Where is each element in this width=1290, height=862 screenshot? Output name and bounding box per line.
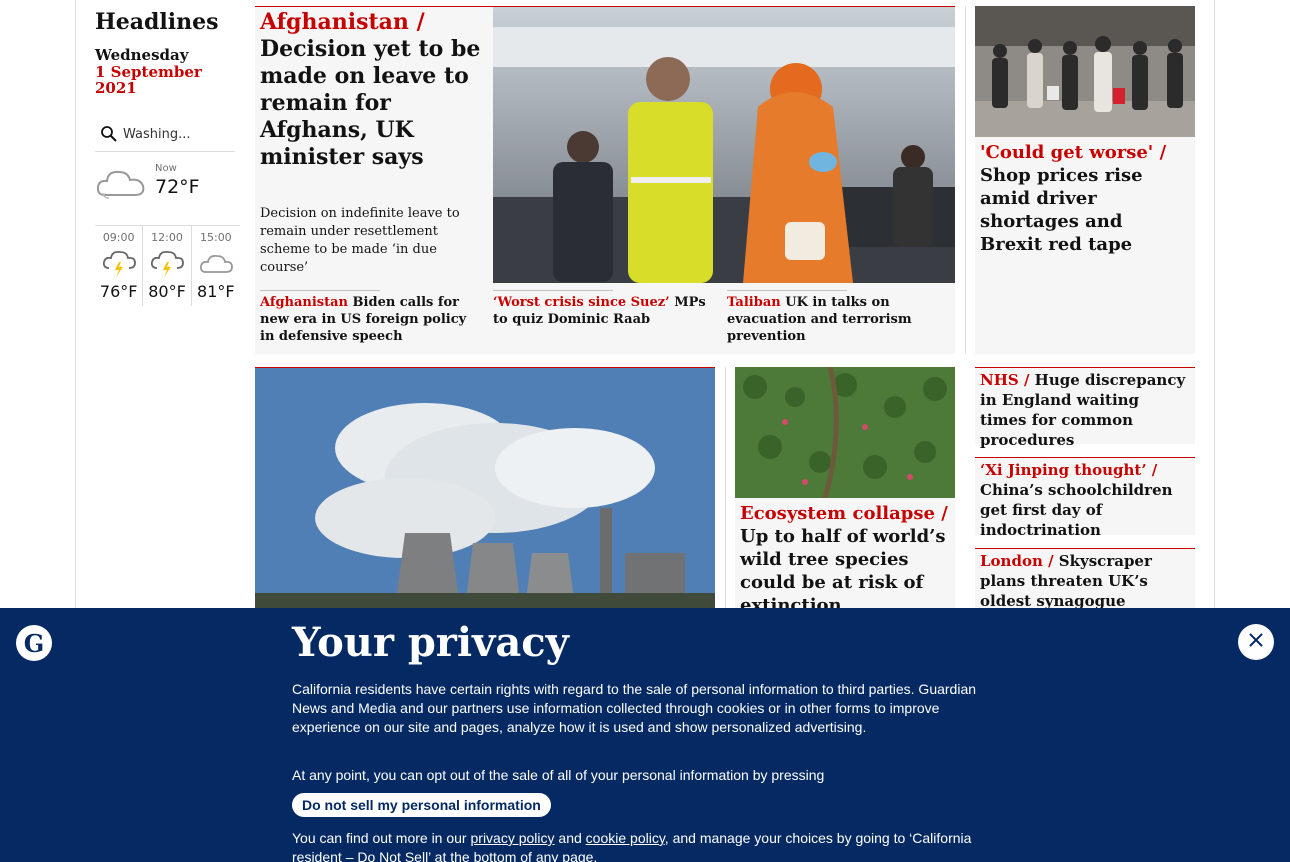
story-headline-text: China’s schoolchildren get first day of … [980, 481, 1173, 539]
lead-story-image[interactable] [493, 7, 955, 283]
privacy-policy-link[interactable]: privacy policy [471, 830, 555, 846]
story-card-london[interactable]: London / Skyscraper plans threaten UK’s … [975, 548, 1195, 610]
now-label: Now [155, 163, 177, 174]
story-headline[interactable]: 'Could get worse' / Shop prices rise ami… [975, 137, 1195, 260]
thunder-cloud-icon [95, 247, 142, 279]
story-card-xi-jinping[interactable]: ‘Xi Jinping thought’ / China’s schoolchi… [975, 457, 1195, 539]
weather-forecast: 09:00 76°F 12:00 80°F 15:00 81°F [95, 225, 240, 306]
privacy-paragraph: You can find out more in our privacy pol… [292, 829, 992, 862]
story-headline-text: Up to half of world’s wild tree species … [740, 526, 946, 616]
story-card-nhs[interactable]: NHS / Huge discrepancy in England waitin… [975, 367, 1195, 449]
forecast-item: 12:00 80°F [143, 226, 192, 306]
weather-location-search[interactable] [95, 117, 235, 152]
forecast-temperature: 80°F [148, 282, 186, 301]
story-kicker: NHS / [980, 371, 1030, 389]
svg-text:G: G [24, 629, 45, 658]
guardian-logo-icon: G [16, 625, 52, 665]
column-divider [965, 6, 966, 354]
sublink-kicker: Afghanistan [260, 295, 349, 310]
forecast-temperature: 76°F [99, 282, 138, 301]
privacy-title: Your privacy [292, 619, 569, 666]
date-day: Wednesday [95, 46, 189, 64]
section-title[interactable]: Headlines [95, 8, 235, 36]
cloud-icon [192, 247, 240, 279]
cloud-icon [95, 163, 147, 207]
close-button[interactable] [1238, 624, 1274, 660]
privacy-text: and [558, 830, 582, 846]
lead-story-card[interactable]: Afghanistan / Decision yet to be made on… [255, 6, 955, 354]
story-card-ecosystem[interactable]: Ecosystem collapse / Up to half of world… [735, 367, 955, 616]
search-icon [95, 120, 123, 148]
lead-kicker: Afghanistan / [260, 9, 425, 35]
column-divider [725, 367, 726, 612]
story-kicker: 'Could get worse' / [980, 142, 1167, 163]
story-image-shoppers[interactable] [975, 6, 1195, 137]
close-icon [1248, 632, 1264, 652]
sublink-rule [260, 290, 380, 291]
headlines-header: Headlines Wednesday 1 September 2021 [95, 8, 235, 96]
date-full: 1 September 2021 [95, 63, 202, 97]
location-input[interactable] [123, 126, 228, 142]
story-kicker: Ecosystem collapse / [740, 503, 948, 524]
sublink-taliban[interactable]: Taliban UK in talks on evacuation and te… [727, 290, 949, 345]
sublink-afghanistan[interactable]: Afghanistan Biden calls for new era in U… [260, 290, 475, 345]
privacy-paragraph: California residents have certain rights… [292, 681, 977, 735]
now-temperature: 72°F [155, 176, 200, 198]
sublink-worst-crisis[interactable]: ‘Worst crisis since Suez’ MPs to quiz Do… [493, 290, 708, 328]
privacy-text: You can find out more in our [292, 830, 467, 846]
lead-headline[interactable]: Afghanistan / Decision yet to be made on… [260, 9, 485, 171]
story-image-trees[interactable] [735, 367, 955, 498]
sublink-kicker: ‘Worst crisis since Suez’ [493, 295, 670, 310]
sublink-rule [727, 290, 847, 291]
forecast-time: 15:00 [199, 231, 232, 244]
story-kicker: ‘Xi Jinping thought’ / [980, 461, 1158, 479]
story-kicker: London / [980, 552, 1054, 570]
forecast-time: 09:00 [102, 231, 135, 244]
weather-now: Now 72°F [95, 160, 235, 220]
forecast-time: 12:00 [151, 231, 183, 244]
sublink-rule [493, 290, 613, 291]
thunder-cloud-icon [143, 247, 190, 279]
do-not-sell-button[interactable]: Do not sell my personal information [292, 793, 551, 817]
story-headline-text: Shop prices rise amid driver shortages a… [980, 165, 1143, 255]
sublink-kicker: Taliban [727, 295, 781, 310]
forecast-temperature: 81°F [197, 282, 235, 301]
forecast-item: 15:00 81°F [192, 226, 240, 306]
forecast-item: 09:00 76°F [95, 226, 144, 306]
story-card-shop-prices[interactable]: 'Could get worse' / Shop prices rise ami… [975, 6, 1195, 354]
privacy-banner: G Your privacy California residents have… [0, 608, 1290, 862]
story-headline[interactable]: Ecosystem collapse / Up to half of world… [735, 498, 955, 621]
lead-trail-text: Decision on indefinite leave to remain u… [260, 206, 460, 275]
privacy-paragraph: At any point, you can opt out of the sal… [292, 767, 825, 783]
lead-headline-text: Decision yet to be made on leave to rema… [260, 36, 481, 170]
cookie-policy-link[interactable]: cookie policy [586, 830, 665, 846]
power-station-image[interactable] [255, 367, 715, 612]
